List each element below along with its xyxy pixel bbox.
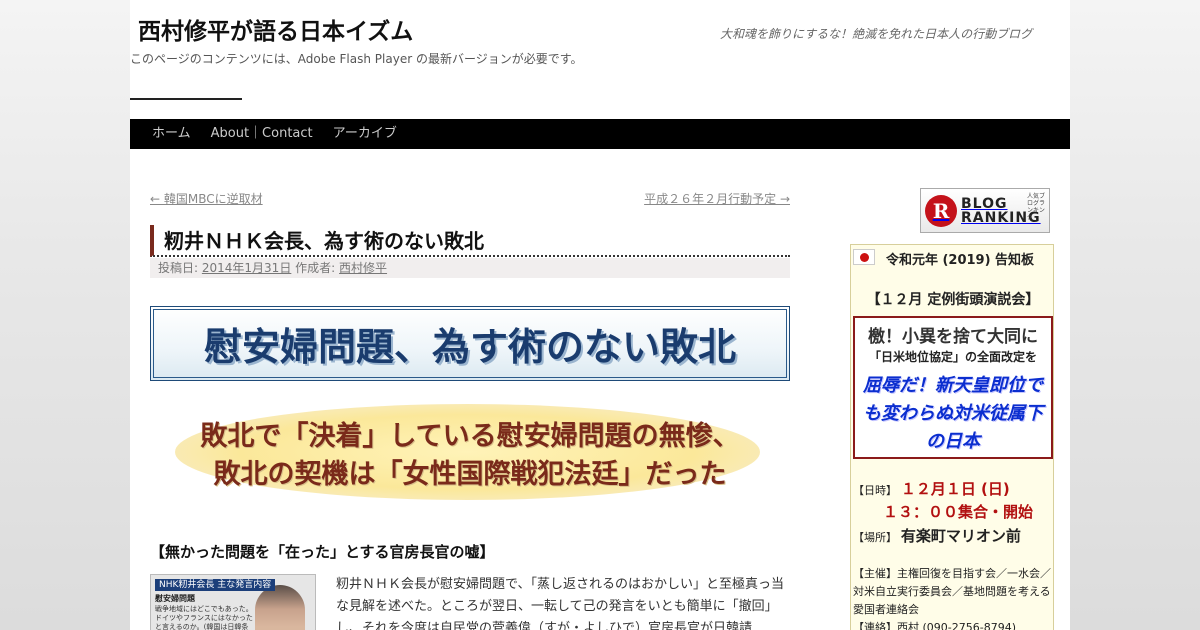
place-label: 【場所】 xyxy=(853,531,897,544)
slogan-line-2: 「日米地位協定」の全面改定を xyxy=(868,350,1037,364)
page-container: 西村修平が語る日本イズム 大和魂を飾りにするな！絶滅を免れた日本人の行動ブログ … xyxy=(130,0,1070,630)
time-value: １３：００集合・開始 xyxy=(883,503,1034,521)
nav-item-about-contact[interactable]: About｜Contact xyxy=(201,119,323,149)
event-contact-row: 【連絡】西村 (090-2756-8794) xyxy=(853,619,1016,630)
banner-text: 慰安婦問題、為す術のない敗北 xyxy=(203,324,736,369)
event-time-row: １３：００集合・開始 xyxy=(883,501,1033,522)
date-label: 【日時】 xyxy=(853,484,897,497)
date-value: １２月１日 (日) xyxy=(900,480,1010,498)
event-place-row: 【場所】 有楽町マリオン前 xyxy=(853,525,1021,546)
next-post-link[interactable]: 平成２６年２月行動予定 → xyxy=(644,190,790,207)
banner-frame: 慰安婦問題、為す術のない敗北 xyxy=(153,309,787,378)
meta-posted-label: 投稿日: xyxy=(158,261,199,275)
site-description: 大和魂を飾りにするな！絶滅を免れた日本人の行動ブログ xyxy=(720,27,1033,41)
place-value: 有楽町マリオン前 xyxy=(900,527,1021,545)
notice-event: 【１２月 定例街頭演説会】 xyxy=(866,292,1040,308)
main-nav: ホーム About｜Contact アーカイブ xyxy=(130,119,1070,149)
title-banner-image: 慰安婦問題、為す術のない敗北 xyxy=(150,306,790,381)
flash-notice: このページのコンテンツには、Adobe Flash Player の最新バージョ… xyxy=(130,52,583,66)
slogan-box: 檄！小異を捨て大同に 「日米地位協定」の全面改定を 屈辱だ！新天皇即位でも変わら… xyxy=(853,316,1053,459)
meta-date-link[interactable]: 2014年1月31日 xyxy=(202,261,291,275)
event-host-row: 【主催】主権回復を目指す会／一水会／対米自立実行委員会／基地問題を考える愛国者連… xyxy=(853,565,1053,619)
contact-value: 西村 (090-2756-8794) xyxy=(897,621,1017,630)
entry-title: 籾井ＮＨＫ会長、為す術のない敗北 xyxy=(150,225,790,257)
meta-author-label: 作成者: xyxy=(295,261,336,275)
thumbnail-title: NHK籾井会長 主な発言内容 xyxy=(155,579,276,591)
thumbnail-text: 戦争地域にはどこでもあった。ドイツやフランスにはなかったと言えるのか。(韓国は日… xyxy=(155,605,253,630)
blog-ranking-banner[interactable]: R BLOG RANKING 人気ブログランキング xyxy=(920,188,1050,233)
nav-item-archive[interactable]: アーカイブ xyxy=(323,119,407,149)
host-label: 【主催】 xyxy=(853,567,897,580)
contact-label: 【連絡】 xyxy=(853,621,897,630)
site-title[interactable]: 西村修平が語る日本イズム xyxy=(138,12,413,46)
slogan-line-3: 屈辱だ！新天皇即位でも変わらぬ対米従属下の日本 xyxy=(863,375,1043,452)
event-date-row: 【日時】 １２月１日 (日) xyxy=(853,478,1010,499)
ranking-logo-icon: R xyxy=(925,194,957,227)
body-paragraph: 籾井ＮＨＫ会長が慰安婦問題で、「蒸し返されるのはおかしい」と至極真っ当な見解を述… xyxy=(336,577,784,630)
subhead-image: 敗北で「決着」している慰安婦問題の無惨、 敗北の契機は「女性国際戦犯法廷」だった xyxy=(150,398,790,508)
subhead-line-2: 敗北の契機は「女性国際戦犯法廷」だった xyxy=(213,459,727,490)
entry-meta: 投稿日: 2014年1月31日 作成者: 西村修平 xyxy=(150,258,790,278)
header-divider xyxy=(130,98,242,100)
subhead-line-1: 敗北で「決着」している慰安婦問題の無惨、 xyxy=(200,421,740,452)
news-thumbnail[interactable]: NHK籾井会長 主な発言内容 慰安婦問題 戦争地域にはどこでもあった。ドイツやフ… xyxy=(150,574,316,630)
slogan-line-1: 檄！小異を捨て大同に xyxy=(868,327,1038,347)
meta-author-link[interactable]: 西村修平 xyxy=(339,261,387,275)
section-heading: 【無かった問題を「在った」とする官房長官の嘘】 xyxy=(150,543,495,561)
prev-post-link[interactable]: ← 韓国MBCに逆取材 xyxy=(150,190,263,207)
nav-item-home[interactable]: ホーム xyxy=(142,119,201,149)
notice-board: 令和元年 (2019) 告知板 【１２月 定例街頭演説会】 檄！小異を捨て大同に… xyxy=(850,244,1054,630)
ranking-small-text: 人気ブログランキング xyxy=(1027,193,1046,221)
portrait-photo xyxy=(255,585,305,630)
thumbnail-subtitle: 慰安婦問題 xyxy=(155,594,195,603)
notice-title: 令和元年 (2019) 告知板 xyxy=(885,253,1035,268)
